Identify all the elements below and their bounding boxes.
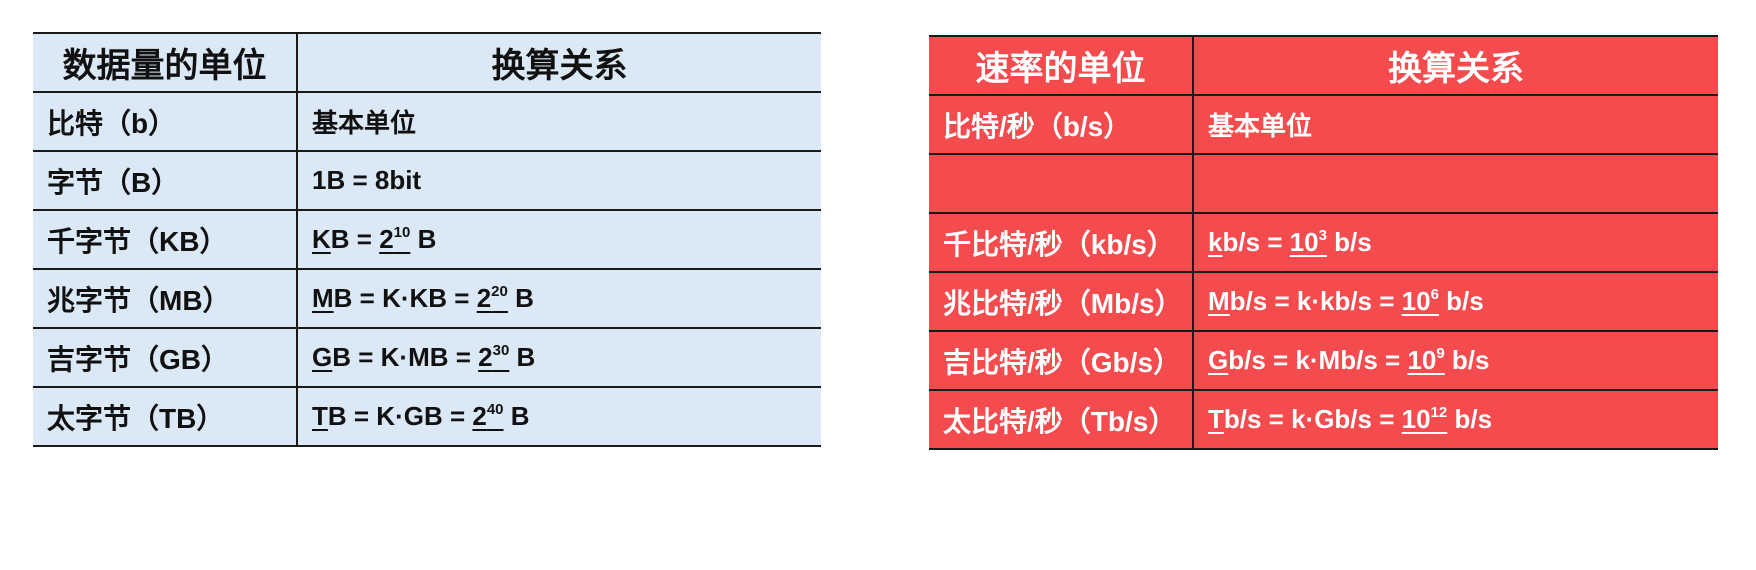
conversion-cell: 基本单位 (297, 91, 821, 152)
table-row: 吉字节（GB） GB = K·MB = 230 B (33, 327, 821, 388)
unit-cell: 太字节（TB） (33, 386, 298, 447)
unit-cell: 兆比特/秒（Mb/s） (929, 271, 1194, 332)
power-exponent: 40 (486, 401, 504, 418)
column-header-conversion: 换算关系 (297, 32, 821, 93)
power-exponent: 20 (491, 283, 508, 300)
table-row: 太字节（TB） TB = K·GB = 240 B (33, 386, 821, 447)
conversion-cell: 基本单位 (1193, 94, 1718, 155)
conversion-cell: KB = 210 B (297, 209, 821, 270)
power-base: 2 (472, 401, 487, 431)
unit-cell: 兆字节（MB） (33, 268, 298, 329)
table-row: 比特/秒（b/s） 基本单位 (929, 94, 1718, 155)
power-exponent: 3 (1318, 227, 1327, 244)
formula-text: b/s = k·kb/s = (1229, 286, 1402, 316)
unit-cell: 比特/秒（b/s） (929, 94, 1194, 155)
column-header-unit: 数据量的单位 (33, 32, 298, 93)
column-header-unit: 速率的单位 (929, 35, 1194, 96)
conversion-cell: Tb/s = k·Gb/s = 1012 b/s (1193, 389, 1718, 450)
unit-cell: 吉比特/秒（Gb/s） (929, 330, 1194, 391)
conversion-cell: TB = K·GB = 240 B (297, 386, 821, 447)
unit-prefix: G (312, 342, 333, 372)
power-base: 2 (379, 224, 394, 254)
formula-text: B = K·GB = (327, 401, 473, 431)
conversion-cell: kb/s = 103 b/s (1193, 212, 1718, 273)
power-exponent: 12 (1430, 404, 1448, 421)
power-value: 230 (478, 342, 509, 372)
power-base: 2 (478, 342, 493, 372)
table-row: 千比特/秒（kb/s） kb/s = 103 b/s (929, 212, 1718, 273)
unit-prefix: M (1208, 286, 1230, 316)
power-value: 240 (472, 401, 503, 431)
power-base: 10 (1401, 286, 1431, 316)
conversion-cell: Gb/s = k·Mb/s = 109 b/s (1193, 330, 1718, 391)
power-value: 103 (1290, 227, 1327, 257)
formula-unit: B (503, 401, 530, 431)
power-exponent: 30 (492, 342, 510, 359)
power-base: 2 (476, 283, 492, 313)
table-row (929, 153, 1718, 214)
power-value: 220 (477, 283, 508, 313)
table-row: 比特（b） 基本单位 (33, 91, 821, 152)
conversion-cell: GB = K·MB = 230 B (297, 327, 821, 388)
formula-text: B = K·MB = (332, 342, 479, 372)
rate-unit-table: 速率的单位 换算关系 比特/秒（b/s） 基本单位 千比特/秒（kb/s） kb… (929, 35, 1718, 450)
unit-prefix: T (1208, 404, 1224, 434)
power-value: 109 (1407, 345, 1444, 375)
table-row: 兆比特/秒（Mb/s） Mb/s = k·kb/s = 106 b/s (929, 271, 1718, 332)
unit-prefix: G (1208, 345, 1229, 375)
table-row: 太比特/秒（Tb/s） Tb/s = k·Gb/s = 1012 b/s (929, 389, 1718, 450)
unit-cell: 千比特/秒（kb/s） (929, 212, 1194, 273)
conversion-cell: Mb/s = k·kb/s = 106 b/s (1193, 271, 1718, 332)
formula-unit: B (507, 283, 534, 313)
formula-unit: b/s (1438, 286, 1484, 316)
unit-prefix: M (312, 283, 334, 313)
data-unit-table: 数据量的单位 换算关系 比特（b） 基本单位 字节（B） 1B = 8bit 千… (33, 32, 821, 447)
column-header-conversion: 换算关系 (1193, 35, 1718, 96)
header-row: 速率的单位 换算关系 (929, 35, 1718, 96)
unit-prefix: k (1208, 227, 1223, 257)
power-value: 210 (379, 224, 410, 254)
formula-unit: B (410, 224, 437, 254)
power-base: 10 (1401, 404, 1431, 434)
table-row: 千字节（KB） KB = 210 B (33, 209, 821, 270)
table-row: 吉比特/秒（Gb/s） Gb/s = k·Mb/s = 109 b/s (929, 330, 1718, 391)
table-row: 字节（B） 1B = 8bit (33, 150, 821, 211)
formula-text: b/s = k·Mb/s = (1228, 345, 1408, 375)
power-exponent: 6 (1430, 286, 1439, 303)
formula-text: b/s = k·Gb/s = (1223, 404, 1402, 434)
unit-prefix: T (312, 401, 328, 431)
formula-unit: B (509, 342, 536, 372)
unit-cell (929, 153, 1194, 214)
unit-cell: 比特（b） (33, 91, 298, 152)
formula-text: B = K·KB = (333, 283, 477, 313)
conversion-cell: 1B = 8bit (297, 150, 821, 211)
conversion-cell (1193, 153, 1718, 214)
unit-cell: 吉字节（GB） (33, 327, 298, 388)
unit-cell: 字节（B） (33, 150, 298, 211)
formula-unit: b/s (1447, 404, 1493, 434)
formula-text: b/s = (1222, 227, 1290, 257)
formula-unit: b/s (1326, 227, 1372, 257)
power-base: 10 (1407, 345, 1437, 375)
power-exponent: 10 (393, 224, 411, 241)
unit-prefix: K (312, 224, 331, 254)
conversion-cell: MB = K·KB = 220 B (297, 268, 821, 329)
table-row: 兆字节（MB） MB = K·KB = 220 B (33, 268, 821, 329)
power-value: 106 (1402, 286, 1439, 316)
formula-unit: b/s (1444, 345, 1490, 375)
formula-text: B = (330, 224, 380, 254)
header-row: 数据量的单位 换算关系 (33, 32, 821, 93)
unit-cell: 太比特/秒（Tb/s） (929, 389, 1194, 450)
power-value: 1012 (1402, 404, 1448, 434)
power-exponent: 9 (1436, 345, 1445, 362)
power-base: 10 (1289, 227, 1319, 257)
unit-cell: 千字节（KB） (33, 209, 298, 270)
